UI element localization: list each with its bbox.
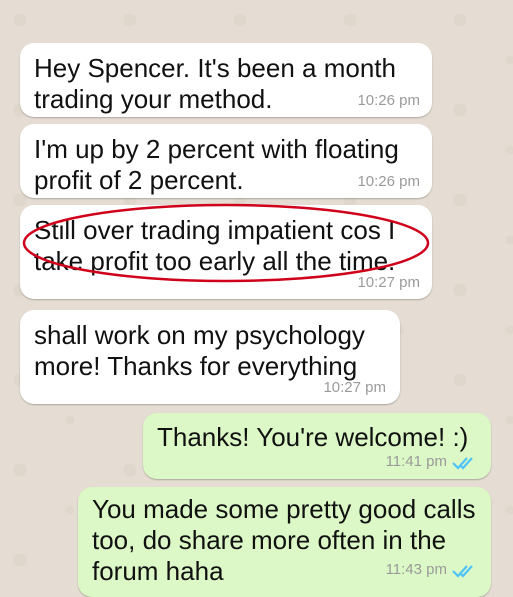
- outgoing-message[interactable]: You made some pretty good calls too, do …: [78, 487, 491, 597]
- message-text: I'm up by 2 percent with floating profit…: [34, 134, 399, 195]
- message-text: Thanks! You're welcome! :): [157, 422, 469, 452]
- double-check-icon: [452, 565, 473, 578]
- incoming-message[interactable]: I'm up by 2 percent with floating profit…: [20, 124, 432, 198]
- message-time: 10:26 pm: [357, 173, 420, 190]
- message-time: 11:43 pm: [385, 561, 447, 578]
- message-time: 11:41 pm: [385, 453, 447, 470]
- incoming-message[interactable]: Hey Spencer. It's been a month trading y…: [20, 43, 432, 117]
- message-time: 10:26 pm: [357, 92, 420, 109]
- double-check-icon: [452, 457, 473, 470]
- message-time: 10:27 pm: [323, 379, 386, 396]
- message-text: Hey Spencer. It's been a month trading y…: [34, 53, 396, 114]
- outgoing-message[interactable]: Thanks! You're welcome! :) 11:41 pm: [143, 413, 491, 479]
- message-text: shall work on my psychology more! Thanks…: [34, 320, 365, 381]
- highlight-oval: [22, 203, 430, 283]
- incoming-message[interactable]: shall work on my psychology more! Thanks…: [20, 310, 400, 404]
